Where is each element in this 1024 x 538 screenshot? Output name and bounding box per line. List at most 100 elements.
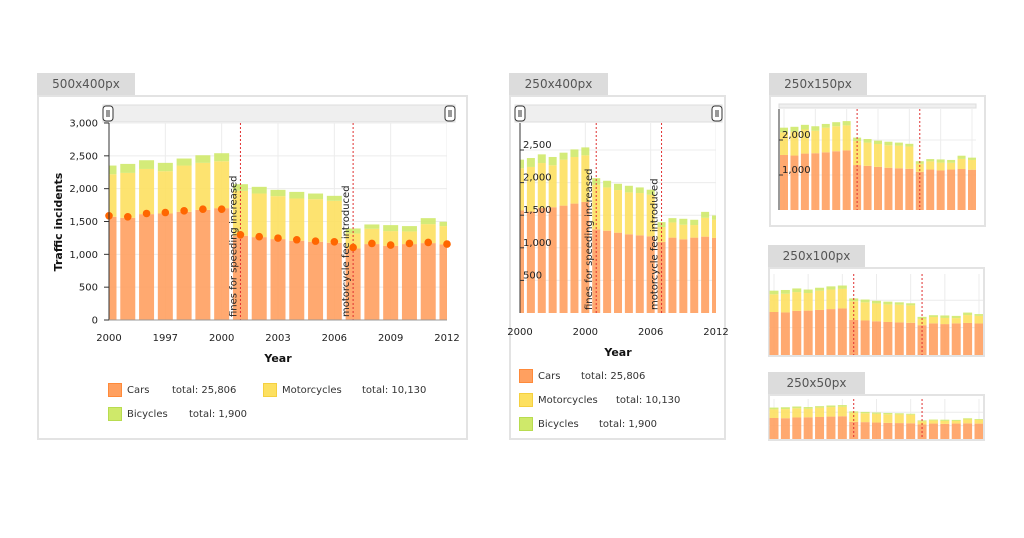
bar-motorcycles-2009 xyxy=(679,224,688,240)
legend-total: total: 10,130 xyxy=(362,384,427,396)
bar-motorcycles-2002 xyxy=(603,187,612,231)
legend-item-cars[interactable]: Cars total: 25,806 xyxy=(519,369,645,383)
y-tick-label: 2,500 xyxy=(69,151,98,162)
bar-bicycles-2009 xyxy=(940,419,950,421)
bar-bicycles-2002 xyxy=(860,299,870,303)
scrollbar-drag-handle[interactable] xyxy=(514,105,526,122)
charts-canvas: Traffic incidents Year Year fines for sp… xyxy=(52,103,983,439)
bar-cars-1999 xyxy=(195,209,211,320)
bar-bicycles-1997 xyxy=(548,156,557,166)
bar-bicycles-2010 xyxy=(947,159,956,163)
bar-bicycles-2009 xyxy=(679,218,688,225)
bar-bicycles-1994 xyxy=(769,290,779,295)
bar-motorcycles-1999 xyxy=(832,126,841,152)
bar-motorcycles-2003 xyxy=(872,413,881,423)
bar-bicycles-1995 xyxy=(780,407,790,410)
chart-p4 xyxy=(769,274,983,355)
bar-motorcycles-1998 xyxy=(176,165,192,212)
bar-cars-1997 xyxy=(548,207,557,313)
legend-swatch-cars xyxy=(108,383,122,397)
bar-cars-2004 xyxy=(883,422,893,439)
bar-bicycles-2005 xyxy=(894,413,904,415)
bar-motorcycles-2008 xyxy=(928,420,938,424)
legend-item-motorcycles[interactable]: Motorcycles total: 10,130 xyxy=(519,393,680,407)
bar-cars-1996 xyxy=(800,153,809,210)
bar-cars-1999 xyxy=(832,151,841,210)
bar-bicycles-1997 xyxy=(803,289,813,294)
y-tick-label: 0 xyxy=(92,316,98,327)
y-tick-label: 1,000 xyxy=(69,250,98,261)
x-axis-title-medium: Year xyxy=(603,346,632,359)
legend-label: Cars xyxy=(127,384,150,396)
scrollbar[interactable] xyxy=(514,104,723,123)
bar-bicycles-2000 xyxy=(837,405,847,407)
bar-motorcycles-1996 xyxy=(792,408,802,418)
bar-bicycles-2011 xyxy=(957,155,966,159)
data-point-dot xyxy=(368,239,376,248)
bar-motorcycles-2003 xyxy=(872,303,881,322)
plot-area xyxy=(109,123,447,320)
x-tick-label: 2012 xyxy=(434,333,459,344)
bar-cars-2011 xyxy=(963,423,973,439)
bar-bicycles-2012 xyxy=(968,157,976,160)
annotation-label: fines for speeding increased xyxy=(584,169,595,310)
scrollbar-drag-handle[interactable] xyxy=(711,105,723,122)
bar-bicycles-1998 xyxy=(815,406,825,408)
x-tick-label: 2000 xyxy=(209,333,234,344)
bar-cars-1998 xyxy=(176,211,192,320)
annotation-label: motorcycle fee introduced xyxy=(341,185,352,317)
bar-cars-2006 xyxy=(326,242,342,320)
bar-bicycles-2010 xyxy=(401,226,417,232)
scrollbar-drag-handle[interactable] xyxy=(444,105,456,122)
bar-motorcycles-2005 xyxy=(635,193,644,236)
bar-bicycles-1997 xyxy=(157,162,173,172)
bar-motorcycles-2000 xyxy=(214,161,230,209)
bar-cars-1998 xyxy=(821,152,830,210)
bar-cars-1998 xyxy=(815,416,825,439)
bar-bicycles-2010 xyxy=(951,419,961,421)
scrollbar[interactable] xyxy=(102,104,456,123)
bar-bicycles-1999 xyxy=(195,155,211,163)
bar-motorcycles-1999 xyxy=(570,156,579,204)
bar-bicycles-2005 xyxy=(308,193,324,200)
bar-cars-2000 xyxy=(837,308,847,355)
bar-bicycles-2011 xyxy=(420,218,436,225)
bar-cars-2010 xyxy=(951,423,961,439)
bar-motorcycles-1994 xyxy=(769,294,779,312)
bar-motorcycles-2005 xyxy=(894,145,903,169)
bar-bicycles-2011 xyxy=(963,312,973,316)
data-point-dot xyxy=(255,232,264,241)
y-tick-label: 3,000 xyxy=(69,119,98,130)
bar-cars-2011 xyxy=(420,243,436,320)
bar-bicycles-2006 xyxy=(905,143,914,147)
scrollbar-drag-handle[interactable] xyxy=(102,105,114,122)
data-point-dot xyxy=(311,237,320,245)
bar-motorcycles-2002 xyxy=(863,142,872,166)
data-point-dot xyxy=(292,235,301,244)
scrollbar[interactable] xyxy=(778,103,977,109)
legend-item-bicycles[interactable]: Bicycles total: 1,900 xyxy=(108,407,247,421)
bar-motorcycles-1997 xyxy=(803,293,813,311)
legend-total: total: 1,900 xyxy=(599,418,658,430)
bar-cars-2012 xyxy=(974,323,983,355)
legend-item-bicycles[interactable]: Bicycles total: 1,900 xyxy=(519,417,657,431)
data-point-dot xyxy=(199,205,207,213)
bar-bicycles-2010 xyxy=(690,219,699,226)
bar-cars-2004 xyxy=(624,234,633,313)
bar-motorcycles-1998 xyxy=(815,290,825,310)
legend-item-motorcycles[interactable]: Motorcycles total: 10,130 xyxy=(263,383,426,397)
bar-motorcycles-2012 xyxy=(968,159,976,170)
y-tick-label: 2,000 xyxy=(782,130,811,141)
legend-item-cars[interactable]: Cars total: 25,806 xyxy=(108,383,236,397)
x-tick-label: 2009 xyxy=(378,333,403,344)
legend-swatch-bicycles xyxy=(108,407,122,421)
bar-motorcycles-2008 xyxy=(668,222,677,238)
bar-bicycles-2002 xyxy=(251,186,267,194)
plot-area xyxy=(520,123,716,313)
legend-label: Cars xyxy=(538,370,561,382)
bar-cars-1996 xyxy=(537,207,546,313)
bar-bicycles-1998 xyxy=(815,287,825,291)
bar-motorcycles-2003 xyxy=(874,143,882,167)
bar-cars-2006 xyxy=(905,168,914,210)
bar-motorcycles-2006 xyxy=(906,414,916,424)
